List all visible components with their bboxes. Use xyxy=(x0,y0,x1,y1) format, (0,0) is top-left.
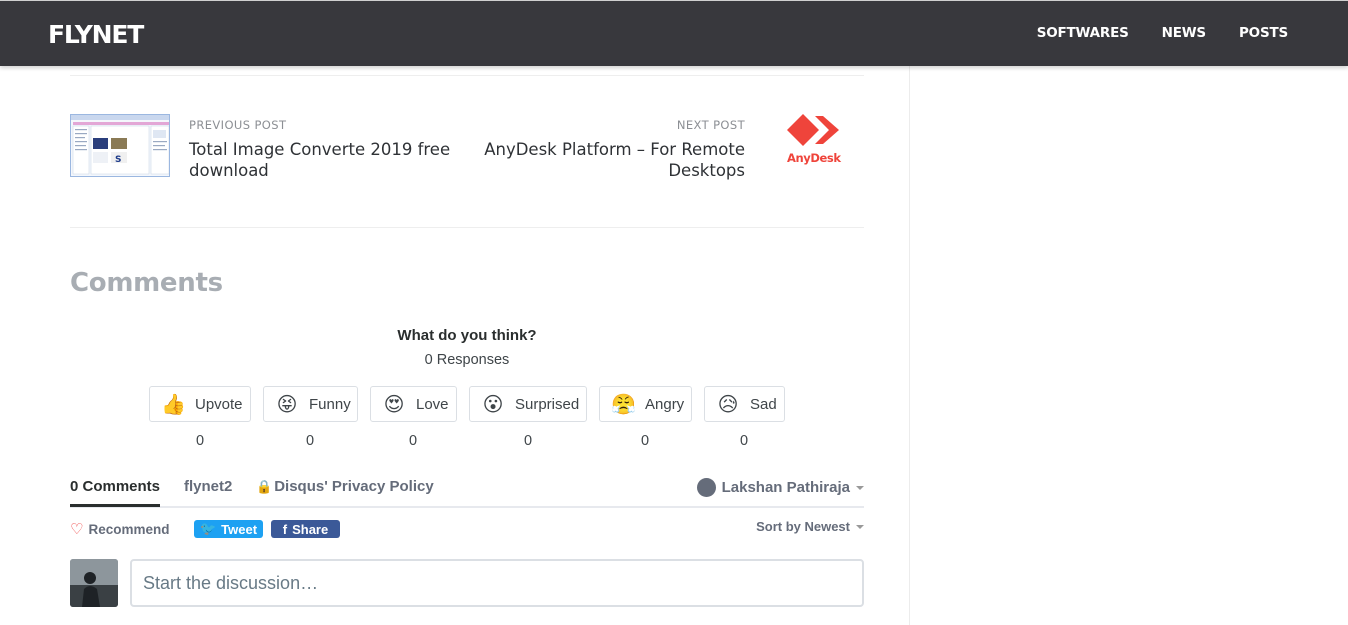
reaction-sad-button[interactable]: 😥 Sad xyxy=(704,386,785,422)
reaction-angry-button[interactable]: 😤 Angry xyxy=(599,386,692,422)
share-label: Share xyxy=(292,521,329,537)
nav-softwares[interactable]: SOFTWARES xyxy=(1037,25,1129,41)
heart-eyes-icon: 😍 xyxy=(383,392,405,416)
lock-icon: 🔒 xyxy=(256,479,273,494)
recommend-button[interactable]: ♡ Recommend xyxy=(70,520,169,538)
reaction-label: Upvote xyxy=(195,395,243,413)
user-name: Lakshan Pathiraja xyxy=(721,479,850,496)
tab-community[interactable]: flynet2 xyxy=(184,478,232,495)
reaction-count-upvote: 0 xyxy=(195,433,205,449)
recommend-label: Recommend xyxy=(88,521,170,537)
reactions-prompt: What do you think? xyxy=(397,327,537,344)
reaction-count-angry: 0 xyxy=(640,433,650,449)
user-menu[interactable]: Lakshan Pathiraja xyxy=(696,478,864,497)
laughing-face-icon: 😝 xyxy=(276,392,298,416)
sort-label: Sort by Newest xyxy=(756,519,850,534)
reaction-count-love: 0 xyxy=(408,433,418,449)
reaction-label: Surprised xyxy=(515,395,580,413)
reaction-count-funny: 0 xyxy=(305,433,315,449)
twitter-icon: 🐦 xyxy=(199,521,217,536)
active-tab-indicator xyxy=(70,504,160,507)
reaction-surprised-button[interactable]: 😮 Surprised xyxy=(469,386,587,422)
reaction-label: Funny xyxy=(309,395,351,413)
previous-post-thumbnail[interactable]: S xyxy=(70,114,170,177)
next-post-kicker: NEXT POST xyxy=(676,118,745,132)
chevron-down-icon xyxy=(856,524,864,529)
sidebar-divider xyxy=(909,66,910,625)
svg-text:S: S xyxy=(115,155,121,165)
reaction-count-surprised: 0 xyxy=(523,433,533,449)
reaction-funny-button[interactable]: 😝 Funny xyxy=(263,386,358,422)
previous-post-kicker: PREVIOUS POST xyxy=(189,118,287,132)
anydesk-logo-text: AnyDesk xyxy=(787,151,841,165)
privacy-policy-link[interactable]: 🔒 Disqus' Privacy Policy xyxy=(256,478,434,495)
nav-posts[interactable]: POSTS xyxy=(1239,25,1288,41)
privacy-policy-label: Disqus' Privacy Policy xyxy=(274,478,434,495)
user-bubble-icon xyxy=(696,478,716,497)
tweet-button[interactable]: 🐦 Tweet xyxy=(194,520,263,538)
responses-count: 0 Responses xyxy=(424,352,510,368)
thumbs-up-icon: 👍 xyxy=(161,392,186,416)
site-logo[interactable]: FLYNET xyxy=(48,20,144,49)
sort-dropdown[interactable]: Sort by Newest xyxy=(756,519,864,534)
tabs-divider xyxy=(70,506,864,508)
facebook-icon: f xyxy=(282,521,288,537)
post-nav-divider xyxy=(70,227,864,228)
comment-input[interactable] xyxy=(130,559,864,607)
top-divider xyxy=(70,75,864,76)
previous-post-link[interactable]: Total Image Converte 2019 free download xyxy=(189,139,459,181)
reaction-label: Angry xyxy=(645,395,685,413)
avatar xyxy=(70,559,118,607)
reaction-love-button[interactable]: 😍 Love xyxy=(370,386,457,422)
reaction-count-sad: 0 xyxy=(739,433,749,449)
nav-news[interactable]: NEWS xyxy=(1162,25,1207,41)
reaction-label: Sad xyxy=(750,395,777,413)
reaction-label: Love xyxy=(416,395,449,413)
heart-icon: ♡ xyxy=(70,521,84,538)
angry-face-icon: 😤 xyxy=(611,392,636,416)
sad-face-icon: 😥 xyxy=(717,392,739,416)
chevron-down-icon xyxy=(856,485,864,490)
comments-heading: Comments xyxy=(70,268,223,298)
tweet-label: Tweet xyxy=(221,521,258,537)
tab-comments[interactable]: 0 Comments xyxy=(70,478,160,495)
reaction-upvote-button[interactable]: 👍 Upvote xyxy=(149,386,251,422)
site-header: FLYNET SOFTWARES NEWS POSTS xyxy=(0,0,1348,66)
facebook-share-button[interactable]: f Share xyxy=(271,520,340,538)
main-nav: SOFTWARES NEWS POSTS xyxy=(1037,25,1288,41)
next-post-link[interactable]: AnyDesk Platform – For Remote Desktops xyxy=(475,139,745,181)
surprised-face-icon: 😮 xyxy=(482,392,504,416)
